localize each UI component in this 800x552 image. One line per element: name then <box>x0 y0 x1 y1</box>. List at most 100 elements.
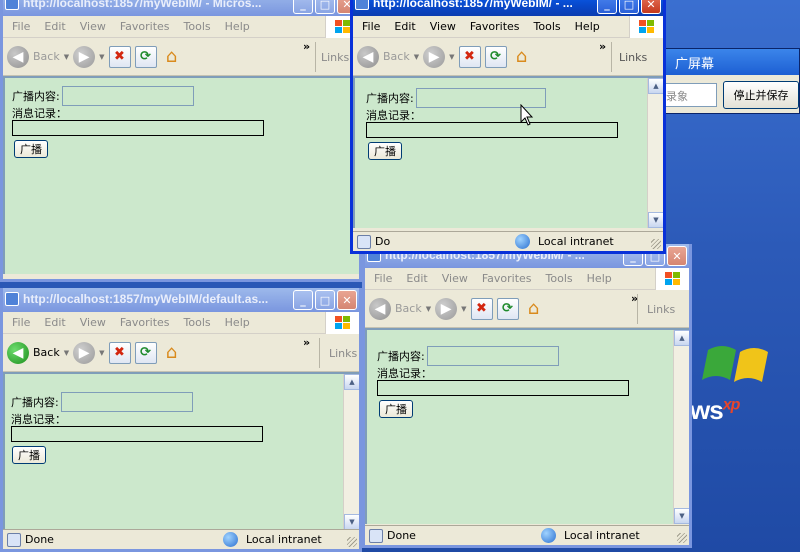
stop-icon[interactable]: ✖ <box>108 45 131 68</box>
toolbar-chevron[interactable]: » <box>599 40 606 53</box>
scroll-up-icon[interactable]: ▲ <box>648 78 663 94</box>
menu-file[interactable]: File <box>5 20 37 33</box>
page-icon <box>357 234 371 249</box>
refresh-icon[interactable]: ⟳ <box>496 297 519 320</box>
menu-tools[interactable]: Tools <box>177 316 218 329</box>
menu-file[interactable]: File <box>355 20 387 33</box>
broadcast-button[interactable]: 广播 <box>14 140 48 158</box>
close-button[interactable]: ✕ <box>641 0 661 14</box>
home-icon[interactable]: ⌂ <box>511 46 533 68</box>
back-button[interactable]: ◀ Back ▼ <box>7 42 69 72</box>
menu-file[interactable]: File <box>367 272 399 285</box>
back-button[interactable]: ◀ Back ▼ <box>357 42 419 72</box>
toolbar-chevron[interactable]: » <box>303 40 310 53</box>
back-button[interactable]: ◀ Back ▼ <box>7 338 69 368</box>
links-button[interactable]: Links <box>647 303 675 316</box>
menu-help[interactable]: Help <box>580 272 619 285</box>
maximize-button[interactable]: □ <box>315 0 335 14</box>
vertical-scrollbar[interactable]: ▲ ▼ <box>647 78 663 228</box>
toolbar-chevron[interactable]: » <box>303 336 310 349</box>
menu-favorites[interactable]: Favorites <box>463 20 527 33</box>
resize-grip-icon[interactable] <box>347 537 357 547</box>
menu-view[interactable]: View <box>435 272 475 285</box>
screen-recorder-window[interactable]: 广屏幕 录象 停止并保存 <box>660 48 800 114</box>
minimize-button[interactable]: _ <box>293 0 313 14</box>
menu-edit[interactable]: Edit <box>399 272 434 285</box>
dropdown-arrow-icon[interactable]: ▼ <box>426 305 431 313</box>
back-button[interactable]: ◀ Back ▼ <box>369 294 431 324</box>
vertical-scrollbar[interactable]: ▲ ▼ <box>673 330 689 524</box>
menu-view[interactable]: View <box>73 316 113 329</box>
broadcast-input[interactable] <box>60 392 193 412</box>
forward-button[interactable]: ▶ ▼ <box>73 338 105 368</box>
scroll-down-icon[interactable]: ▼ <box>674 508 689 524</box>
recorder-record-field[interactable]: 录象 <box>663 83 717 107</box>
menu-favorites[interactable]: Favorites <box>475 272 539 285</box>
menu-tools[interactable]: Tools <box>527 20 568 33</box>
dropdown-arrow-icon[interactable]: ▼ <box>461 305 466 313</box>
menu-edit[interactable]: Edit <box>37 20 72 33</box>
resize-grip-icon[interactable] <box>677 533 687 543</box>
browser-window-bottom-right[interactable]: http://localhost:1857/myWebIM/ - ... _ □… <box>362 244 692 548</box>
forward-button[interactable]: ▶ ▼ <box>423 42 455 72</box>
broadcast-input[interactable] <box>61 86 194 106</box>
dropdown-arrow-icon[interactable]: ▼ <box>64 53 69 61</box>
scroll-down-icon[interactable]: ▼ <box>344 514 359 530</box>
stop-icon[interactable]: ✖ <box>458 45 481 68</box>
menu-tools[interactable]: Tools <box>539 272 580 285</box>
stop-icon[interactable]: ✖ <box>470 297 493 320</box>
home-icon[interactable]: ⌂ <box>523 298 545 320</box>
broadcast-button[interactable]: 广播 <box>379 400 413 418</box>
menu-favorites[interactable]: Favorites <box>113 316 177 329</box>
menu-edit[interactable]: Edit <box>387 20 422 33</box>
menu-view[interactable]: View <box>423 20 463 33</box>
dropdown-arrow-icon[interactable]: ▼ <box>64 349 69 357</box>
links-button[interactable]: Links <box>619 51 647 64</box>
broadcast-button[interactable]: 广播 <box>368 142 402 160</box>
window-titlebar[interactable]: http://localhost:1857/myWebIM/default.as… <box>3 288 359 312</box>
broadcast-input[interactable] <box>426 346 559 366</box>
menu-tools[interactable]: Tools <box>177 20 218 33</box>
maximize-button[interactable]: □ <box>315 290 335 310</box>
forward-arrow-icon: ▶ <box>435 297 458 320</box>
stop-icon[interactable]: ✖ <box>108 341 131 364</box>
refresh-icon[interactable]: ⟳ <box>484 45 507 68</box>
minimize-button[interactable]: _ <box>597 0 617 14</box>
menu-favorites[interactable]: Favorites <box>113 20 177 33</box>
stop-and-save-button[interactable]: 停止并保存 <box>723 81 799 109</box>
links-button[interactable]: Links <box>321 51 349 64</box>
close-button[interactable]: ✕ <box>337 290 357 310</box>
broadcast-button[interactable]: 广播 <box>12 446 46 464</box>
scroll-up-icon[interactable]: ▲ <box>674 330 689 346</box>
resize-grip-icon[interactable] <box>651 239 661 249</box>
dropdown-arrow-icon[interactable]: ▼ <box>99 349 104 357</box>
browser-window-bottom-left[interactable]: http://localhost:1857/myWebIM/default.as… <box>0 288 362 552</box>
minimize-button[interactable]: _ <box>293 290 313 310</box>
browser-window-top-left[interactable]: http://localhost:1857/myWebIM/ - Micros.… <box>0 0 362 282</box>
browser-window-active[interactable]: http://localhost:1857/myWebIM/ - ... _ □… <box>350 0 666 254</box>
dropdown-arrow-icon[interactable]: ▼ <box>414 53 419 61</box>
menu-help[interactable]: Help <box>218 20 257 33</box>
menu-help[interactable]: Help <box>568 20 607 33</box>
links-button[interactable]: Links <box>329 347 357 360</box>
scroll-up-icon[interactable]: ▲ <box>344 374 359 390</box>
home-icon[interactable]: ⌂ <box>161 46 183 68</box>
maximize-button[interactable]: □ <box>619 0 639 14</box>
vertical-scrollbar[interactable]: ▲ ▼ <box>343 374 359 530</box>
forward-button[interactable]: ▶ ▼ <box>73 42 105 72</box>
menu-edit[interactable]: Edit <box>37 316 72 329</box>
window-titlebar[interactable]: http://localhost:1857/myWebIM/ - Micros.… <box>3 0 359 16</box>
refresh-icon[interactable]: ⟳ <box>134 45 157 68</box>
menu-file[interactable]: File <box>5 316 37 329</box>
refresh-icon[interactable]: ⟳ <box>134 341 157 364</box>
scroll-down-icon[interactable]: ▼ <box>648 212 663 228</box>
home-icon[interactable]: ⌂ <box>161 342 183 364</box>
menu-view[interactable]: View <box>73 20 113 33</box>
menu-help[interactable]: Help <box>218 316 257 329</box>
toolbar-separator <box>315 42 316 72</box>
close-button[interactable]: ✕ <box>667 246 687 266</box>
forward-button[interactable]: ▶ ▼ <box>435 294 467 324</box>
window-titlebar[interactable]: http://localhost:1857/myWebIM/ - ... _ □… <box>353 0 663 16</box>
dropdown-arrow-icon[interactable]: ▼ <box>449 53 454 61</box>
dropdown-arrow-icon[interactable]: ▼ <box>99 53 104 61</box>
